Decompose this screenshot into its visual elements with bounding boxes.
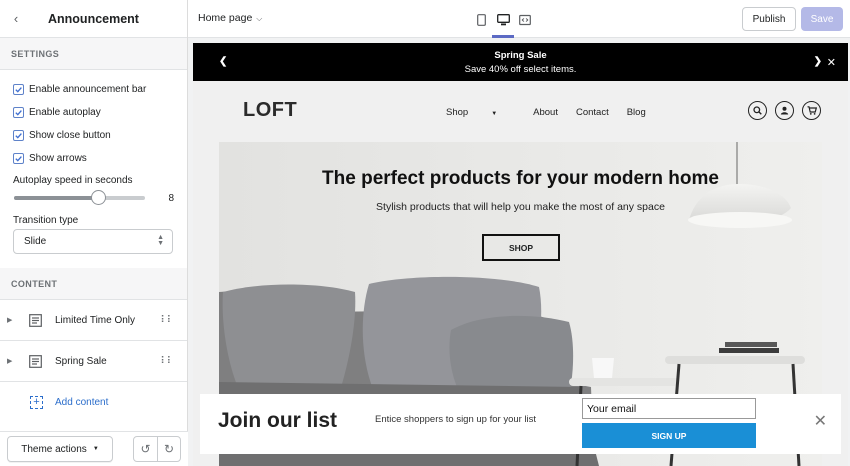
sign-up-button[interactable]: SIGN UP	[582, 423, 756, 448]
nav-item-blog[interactable]: Blog	[627, 107, 646, 118]
editor-topbar: Home page ⌵ Publish Save	[188, 0, 850, 38]
nav-item-shop[interactable]: Shop ▼	[446, 107, 515, 118]
publish-button[interactable]: Publish	[742, 7, 796, 31]
store-nav: Shop ▼ About Contact Blog	[446, 107, 664, 118]
device-toggle	[470, 9, 536, 38]
checkbox-enable-autoplay[interactable]: Enable autoplay	[13, 101, 174, 124]
expand-triangle-icon[interactable]: ▶	[7, 357, 16, 365]
email-field[interactable]: Your email	[582, 398, 756, 419]
block-item[interactable]: ▶ Limited Time Only ⠇⠇	[0, 300, 187, 341]
checkbox-show-close[interactable]: Show close button	[13, 124, 174, 147]
caret-down-icon: ▼	[92, 446, 99, 452]
block-item[interactable]: ▶ Spring Sale ⠇⠇	[0, 341, 187, 382]
hero-title: The perfect products for your modern hom…	[322, 168, 719, 189]
chevron-down-icon: ⌵	[256, 14, 263, 23]
fullscreen-icon[interactable]	[514, 9, 536, 30]
newsletter-title: Join our list	[218, 409, 338, 432]
store-preview: ❮ Spring Sale Save 40% off select items.…	[193, 43, 848, 466]
desktop-icon[interactable]	[492, 9, 514, 38]
cart-icon[interactable]	[802, 101, 821, 120]
store-header: LOFT Shop ▼ About Contact Blog	[193, 81, 848, 140]
nav-item-about[interactable]: About	[533, 107, 558, 118]
add-content-label: Add content	[55, 397, 109, 408]
checkbox-show-arrows[interactable]: Show arrows	[13, 147, 174, 170]
text-block-icon	[29, 313, 42, 327]
checkbox-label: Enable announcement bar	[29, 84, 147, 95]
content-section: CONTENT ▶ Limited Time Only ⠇⠇ ▶ Spring …	[0, 268, 187, 423]
newsletter-popup: Join our list Entice shoppers to sign up…	[200, 394, 841, 454]
close-icon[interactable]: ✕	[814, 411, 827, 431]
autoplay-speed-slider-row: 8	[13, 186, 174, 210]
checkbox-checked-icon[interactable]	[13, 84, 24, 95]
checkbox-checked-icon[interactable]	[13, 130, 24, 141]
undo-icon[interactable]: ↺	[134, 437, 157, 461]
store-logo[interactable]: LOFT	[243, 99, 297, 122]
close-icon[interactable]: ✕	[827, 56, 836, 69]
nav-label: Shop	[446, 107, 469, 118]
caret-down-icon: ▼	[491, 111, 498, 117]
page-selector-label: Home page	[198, 12, 253, 24]
chevron-left-icon[interactable]: ❮	[219, 56, 227, 67]
checkbox-label: Show arrows	[29, 153, 87, 164]
checkbox-label: Enable autoplay	[29, 107, 101, 118]
sidebar-footer: Theme actions ▼ ↺ ↻	[0, 431, 188, 466]
content-section-header: CONTENT	[0, 268, 187, 300]
autoplay-speed-label: Autoplay speed in seconds	[13, 175, 133, 186]
theme-actions-label: Theme actions	[21, 443, 87, 455]
checkbox-checked-icon[interactable]	[13, 107, 24, 118]
settings-body: Enable announcement bar Enable autoplay …	[0, 70, 187, 254]
checkbox-checked-icon[interactable]	[13, 153, 24, 164]
drag-handle-icon[interactable]: ⠇⠇	[160, 315, 174, 326]
autoplay-speed-slider[interactable]	[14, 190, 145, 205]
transition-type-select[interactable]: Slide ▲ ▼	[13, 229, 173, 254]
add-content-button[interactable]: + Add content	[0, 382, 187, 423]
chevron-right-icon[interactable]: ❯	[814, 56, 822, 67]
checkbox-enable-announcement[interactable]: Enable announcement bar	[13, 78, 174, 101]
transition-type-label: Transition type	[13, 215, 79, 226]
search-icon[interactable]	[748, 101, 767, 120]
select-caret-icon: ▲ ▼	[157, 234, 164, 247]
settings-section-header: SETTINGS	[0, 38, 187, 70]
theme-actions-button[interactable]: Theme actions ▼	[7, 436, 113, 462]
nav-item-contact[interactable]: Contact	[576, 107, 609, 118]
page-selector[interactable]: Home page ⌵	[198, 12, 262, 24]
redo-icon[interactable]: ↻	[157, 437, 180, 461]
header-icons	[748, 101, 829, 120]
slider-thumb[interactable]	[90, 190, 106, 205]
drag-handle-icon[interactable]: ⠇⠇	[160, 356, 174, 367]
announcement-title: Spring Sale	[494, 50, 547, 61]
account-icon[interactable]	[775, 101, 794, 120]
add-block-icon: +	[30, 396, 43, 409]
undo-redo-group: ↺ ↻	[133, 436, 181, 462]
checkbox-label: Show close button	[29, 130, 111, 141]
block-label: Spring Sale	[55, 355, 107, 367]
mobile-icon[interactable]	[470, 9, 492, 30]
save-button[interactable]: Save	[801, 7, 843, 31]
block-label: Limited Time Only	[55, 314, 136, 326]
announcement-bar: ❮ Spring Sale Save 40% off select items.…	[193, 43, 848, 81]
back-arrow-icon[interactable]: ‹	[4, 11, 28, 26]
transition-type-value: Slide	[24, 236, 47, 247]
text-block-icon	[29, 354, 42, 368]
slider-fill	[14, 196, 98, 200]
sidebar-header: ‹ Announcement	[0, 0, 187, 38]
hero-subtitle: Stylish products that will help you make…	[376, 201, 665, 213]
autoplay-speed-value: 8	[168, 192, 174, 204]
sidebar-title: Announcement	[48, 11, 139, 26]
newsletter-text: Entice shoppers to sign up for your list	[375, 414, 537, 425]
editor-sidebar: ‹ Announcement SETTINGS Enable announcem…	[0, 0, 188, 466]
announcement-subtitle: Save 40% off select items.	[464, 64, 577, 75]
expand-triangle-icon[interactable]: ▶	[7, 316, 16, 324]
shop-button[interactable]: SHOP	[482, 234, 560, 261]
